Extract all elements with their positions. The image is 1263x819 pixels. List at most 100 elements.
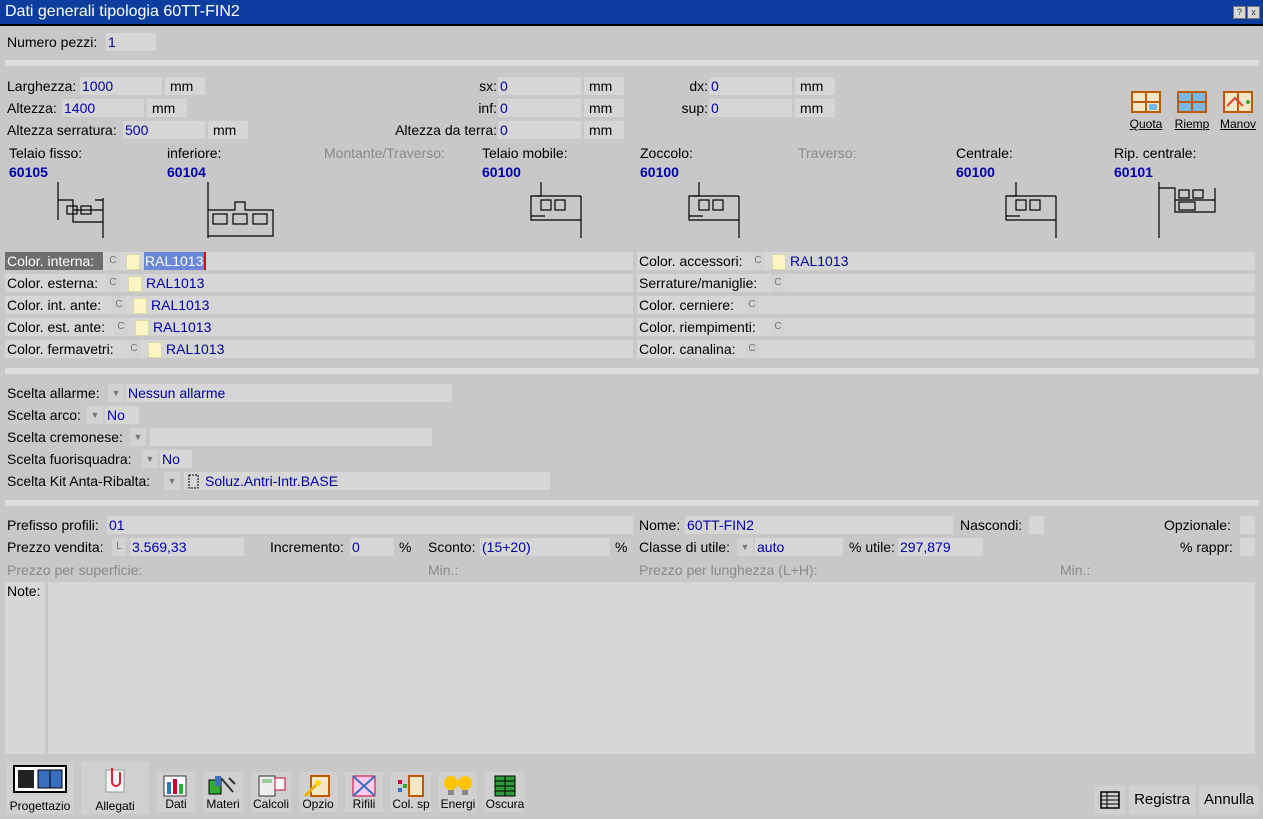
profile-inferiore-code[interactable]: 60104 [167, 164, 206, 180]
profile-telaio-fisso-code[interactable]: 60105 [9, 164, 48, 180]
opzio-button[interactable]: Opzio [299, 772, 337, 812]
col-sp-button[interactable]: Col. sp [391, 772, 431, 812]
scelta-allarme-field[interactable]: Nessun allarme [126, 384, 452, 402]
color-accessori-field[interactable]: RAL1013 [790, 252, 848, 270]
profile-telaio-fisso-drawing [57, 182, 104, 238]
color-accessori-c-button[interactable]: C [751, 252, 765, 270]
classe-utile-dropdown-icon[interactable]: ▼ [737, 538, 753, 556]
color-est-ante-swatch[interactable] [135, 320, 149, 336]
annulla-button[interactable]: Annulla [1199, 786, 1259, 814]
profile-centrale-code[interactable]: 60100 [956, 164, 995, 180]
table-view-button[interactable] [1095, 786, 1125, 814]
oscura-button[interactable]: Oscura [485, 772, 525, 812]
color-canalina-c-button[interactable]: C [745, 340, 759, 358]
scelta-arco-field[interactable]: No [105, 406, 139, 424]
profile-telaio-mobile-code[interactable]: 60100 [482, 164, 521, 180]
altezza-terra-field[interactable]: 0 [498, 121, 581, 139]
note-textarea[interactable] [48, 582, 1255, 754]
nascondi-checkbox[interactable] [1029, 516, 1044, 534]
color-est-ante-field[interactable]: RAL1013 [153, 318, 211, 336]
riemp-icon [1177, 91, 1207, 113]
numero-pezzi-label: Numero pezzi: [7, 34, 98, 50]
utile-field[interactable]: 297,879 [898, 538, 983, 556]
utile-label: % utile: [849, 539, 895, 555]
profile-inferiore-drawing [207, 182, 274, 238]
altezza-serratura-field[interactable]: 500 [123, 121, 205, 139]
larghezza-field[interactable]: 1000 [80, 77, 162, 95]
calculator-icon [258, 775, 286, 797]
scelta-arco-dropdown-icon[interactable]: ▼ [87, 406, 103, 424]
scelta-kit-dropdown-icon[interactable]: ▼ [164, 472, 180, 490]
energi-label: Energi [440, 797, 476, 811]
nome-field[interactable]: 60TT-FIN2 [685, 516, 953, 534]
prezzo-lock-button[interactable]: L [112, 538, 126, 556]
rifili-button[interactable]: Rifili [345, 772, 383, 812]
sx-field[interactable]: 0 [498, 77, 581, 95]
calcoli-label: Calcoli [252, 797, 289, 811]
nascondi-label: Nascondi: [960, 517, 1023, 533]
altezza-serratura-label: Altezza serratura: [7, 122, 117, 138]
calcoli-button[interactable]: Calcoli [251, 772, 291, 812]
color-est-ante-c-button[interactable]: C [114, 318, 128, 336]
manov-label: Manov [1219, 117, 1257, 131]
riemp-button[interactable]: Riemp [1172, 90, 1212, 131]
sup-field[interactable]: 0 [709, 99, 792, 117]
color-interna-field[interactable]: RAL1013 [144, 252, 207, 270]
sup-unit: mm [795, 99, 835, 117]
prefisso-field[interactable]: 01 [107, 516, 633, 534]
materi-button[interactable]: Materi [203, 772, 243, 812]
color-interna-swatch[interactable] [126, 254, 140, 270]
scelta-fuorisquadra-dropdown-icon[interactable]: ▼ [142, 450, 158, 468]
profile-rip-centrale-code[interactable]: 60101 [1114, 164, 1153, 180]
profile-rip-centrale-label: Rip. centrale: [1114, 145, 1197, 161]
color-int-ante-c-button[interactable]: C [112, 296, 126, 314]
separator [5, 60, 1259, 66]
sup-label: sup: [681, 100, 708, 116]
registra-button[interactable]: Registra [1129, 786, 1195, 814]
serrature-c-button[interactable]: C [771, 274, 785, 292]
quota-button[interactable]: Quota [1126, 90, 1166, 131]
profile-zoccolo-label: Zoccolo: [640, 145, 693, 161]
sconto-field[interactable]: (15+20) [480, 538, 610, 556]
profile-zoccolo-code[interactable]: 60100 [640, 164, 679, 180]
scelta-cremonese-field[interactable] [150, 428, 432, 446]
color-int-ante-swatch[interactable] [133, 298, 147, 314]
dx-field[interactable]: 0 [709, 77, 792, 95]
numero-pezzi-field[interactable]: 1 [106, 33, 156, 51]
altezza-field[interactable]: 1400 [62, 99, 144, 117]
color-cerniere-c-button[interactable]: C [745, 296, 759, 314]
energi-button[interactable]: Energi [439, 772, 477, 812]
dati-button[interactable]: Dati [157, 772, 195, 812]
color-fermavetri-field[interactable]: RAL1013 [166, 340, 224, 358]
rappr-field[interactable] [1240, 538, 1255, 556]
scelta-allarme-dropdown-icon[interactable]: ▼ [108, 384, 124, 402]
manov-button[interactable]: Manov [1218, 90, 1258, 131]
opzionale-checkbox[interactable] [1240, 516, 1255, 534]
color-fermavetri-swatch[interactable] [148, 342, 162, 358]
close-button[interactable]: x [1247, 6, 1260, 19]
prezzo-vendita-field[interactable]: 3.569,33 [130, 538, 244, 556]
color-fermavetri-c-button[interactable]: C [127, 340, 141, 358]
note-label: Note: [5, 582, 45, 754]
color-esterna-field[interactable]: RAL1013 [146, 274, 204, 292]
color-esterna-c-button[interactable]: C [106, 274, 120, 292]
scelta-fuorisquadra-field[interactable]: No [160, 450, 192, 468]
color-int-ante-field[interactable]: RAL1013 [151, 296, 209, 314]
color-accessori-swatch[interactable] [772, 254, 786, 270]
progettazio-button[interactable]: Progettazio [7, 762, 73, 814]
scelta-cremonese-dropdown-icon[interactable]: ▼ [130, 428, 146, 446]
color-riempimenti-c-button[interactable]: C [771, 318, 785, 336]
allegati-button[interactable]: Allegati [81, 762, 149, 814]
inf-label: inf: [478, 100, 497, 116]
quota-label: Quota [1129, 117, 1163, 131]
color-interna-c-button[interactable]: C [106, 252, 120, 270]
help-button[interactable]: ? [1233, 6, 1246, 19]
profile-traverso-label: Traverso: [798, 145, 857, 161]
color-esterna-swatch[interactable] [128, 276, 142, 292]
classe-utile-field[interactable]: auto [755, 538, 843, 556]
scelta-kit-field[interactable]: Soluz.Antri-Intr.BASE [205, 472, 338, 490]
inf-field[interactable]: 0 [498, 99, 581, 117]
prezzo-lunghezza-label: Prezzo per lunghezza (L+H): [639, 562, 818, 578]
incremento-field[interactable]: 0 [350, 538, 394, 556]
color-canalina-label: Color. canalina: [639, 341, 736, 357]
